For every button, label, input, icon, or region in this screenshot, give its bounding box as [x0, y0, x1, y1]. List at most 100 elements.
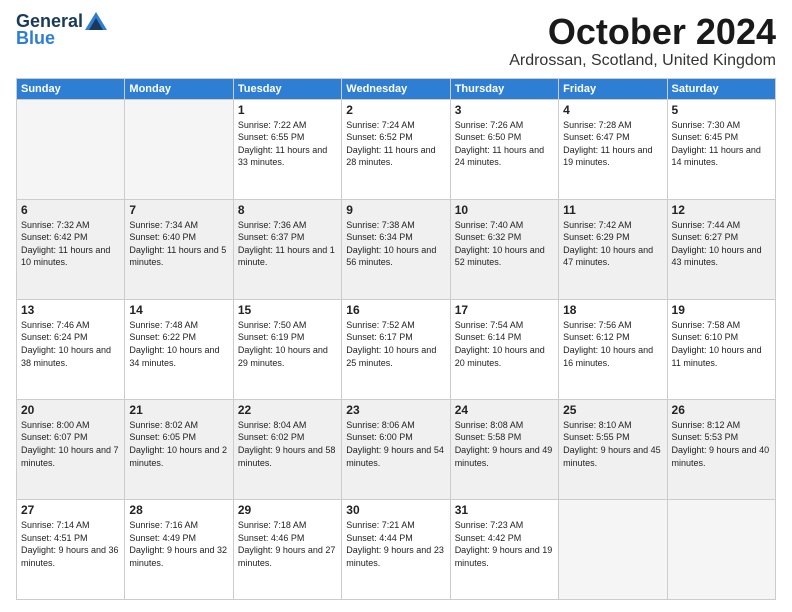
day-info: Sunrise: 7:46 AMSunset: 6:24 PMDaylight:…: [21, 319, 120, 369]
day-number: 6: [21, 203, 120, 217]
day-info: Sunrise: 7:14 AMSunset: 4:51 PMDaylight:…: [21, 519, 120, 569]
day-number: 30: [346, 503, 445, 517]
day-info: Sunrise: 8:08 AMSunset: 5:58 PMDaylight:…: [455, 419, 554, 469]
calendar-cell: [17, 99, 125, 199]
day-number: 29: [238, 503, 337, 517]
day-info: Sunrise: 8:00 AMSunset: 6:07 PMDaylight:…: [21, 419, 120, 469]
calendar-table: Sunday Monday Tuesday Wednesday Thursday…: [16, 78, 776, 600]
day-info: Sunrise: 7:58 AMSunset: 6:10 PMDaylight:…: [672, 319, 771, 369]
day-number: 15: [238, 303, 337, 317]
calendar-cell: 31 Sunrise: 7:23 AMSunset: 4:42 PMDayligh…: [450, 499, 558, 599]
calendar-cell: 23Sunrise: 8:06 AMSunset: 6:00 PMDayligh…: [342, 399, 450, 499]
calendar-cell: 2Sunrise: 7:24 AMSunset: 6:52 PMDaylight…: [342, 99, 450, 199]
day-number: 18: [563, 303, 662, 317]
calendar-cell: 20 Sunrise: 8:00 AMSunset: 6:07 PMDayligh…: [17, 399, 125, 499]
day-number: 24: [455, 403, 554, 417]
day-number: 7: [129, 203, 228, 217]
day-info: Sunrise: 7:18 AMSunset: 4:46 PMDaylight:…: [238, 519, 337, 569]
page: General Blue October 2024 Ardrossan, Sco…: [0, 0, 792, 612]
day-number: 31: [455, 503, 554, 517]
day-info: Sunrise: 8:04 AMSunset: 6:02 PMDaylight:…: [238, 419, 337, 469]
col-thursday: Thursday: [450, 78, 558, 99]
col-saturday: Saturday: [667, 78, 775, 99]
calendar-cell: [559, 499, 667, 599]
calendar-cell: 22 Sunrise: 8:04 AMSunset: 6:02 PMDayligh…: [233, 399, 341, 499]
day-number: 25: [563, 403, 662, 417]
day-info: Sunrise: 7:26 AMSunset: 6:50 PMDaylight:…: [455, 119, 554, 169]
day-info: Sunrise: 7:28 AMSunset: 6:47 PMDaylight:…: [563, 119, 662, 169]
calendar-cell: 16Sunrise: 7:52 AMSunset: 6:17 PMDayligh…: [342, 299, 450, 399]
day-info: Sunrise: 7:23 AMSunset: 4:42 PMDaylight:…: [455, 519, 554, 569]
day-info: Sunrise: 8:02 AMSunset: 6:05 PMDaylight:…: [129, 419, 228, 469]
calendar-cell: 7Sunrise: 7:34 AMSunset: 6:40 PMDaylight…: [125, 199, 233, 299]
day-number: 26: [672, 403, 771, 417]
calendar-cell: [125, 99, 233, 199]
day-number: 20: [21, 403, 120, 417]
calendar-cell: 12 Sunrise: 7:44 AMSunset: 6:27 PMDayligh…: [667, 199, 775, 299]
calendar-cell: 24 Sunrise: 8:08 AMSunset: 5:58 PMDayligh…: [450, 399, 558, 499]
calendar-cell: 21 Sunrise: 8:02 AMSunset: 6:05 PMDayligh…: [125, 399, 233, 499]
day-number: 10: [455, 203, 554, 217]
calendar-cell: 3 Sunrise: 7:26 AMSunset: 6:50 PMDaylight…: [450, 99, 558, 199]
day-info: Sunrise: 7:54 AMSunset: 6:14 PMDaylight:…: [455, 319, 554, 369]
day-info: Sunrise: 7:44 AMSunset: 6:27 PMDaylight:…: [672, 219, 771, 269]
logo: General Blue: [16, 12, 107, 49]
day-number: 5: [672, 103, 771, 117]
day-info: Sunrise: 7:30 AMSunset: 6:45 PMDaylight:…: [672, 119, 771, 169]
calendar-cell: 9 Sunrise: 7:38 AMSunset: 6:34 PMDaylight…: [342, 199, 450, 299]
header: General Blue October 2024 Ardrossan, Sco…: [16, 12, 776, 70]
day-info: Sunrise: 7:56 AMSunset: 6:12 PMDaylight:…: [563, 319, 662, 369]
col-sunday: Sunday: [17, 78, 125, 99]
calendar-cell: 15Sunrise: 7:50 AMSunset: 6:19 PMDayligh…: [233, 299, 341, 399]
day-info: Sunrise: 7:24 AMSunset: 6:52 PMDaylight:…: [346, 119, 445, 169]
day-info: Sunrise: 7:22 AMSunset: 6:55 PMDaylight:…: [238, 119, 337, 169]
day-number: 21: [129, 403, 228, 417]
day-info: Sunrise: 7:16 AMSunset: 4:49 PMDaylight:…: [129, 519, 228, 569]
calendar-cell: 5 Sunrise: 7:30 AMSunset: 6:45 PMDaylight…: [667, 99, 775, 199]
col-wednesday: Wednesday: [342, 78, 450, 99]
header-row: Sunday Monday Tuesday Wednesday Thursday…: [17, 78, 776, 99]
calendar-week-3: 13 Sunrise: 7:46 AMSunset: 6:24 PMDayligh…: [17, 299, 776, 399]
day-number: 27: [21, 503, 120, 517]
calendar-cell: 19 Sunrise: 7:58 AMSunset: 6:10 PMDayligh…: [667, 299, 775, 399]
calendar-cell: 6 Sunrise: 7:32 AMSunset: 6:42 PMDaylight…: [17, 199, 125, 299]
col-monday: Monday: [125, 78, 233, 99]
calendar-week-2: 6 Sunrise: 7:32 AMSunset: 6:42 PMDaylight…: [17, 199, 776, 299]
day-info: Sunrise: 7:42 AMSunset: 6:29 PMDaylight:…: [563, 219, 662, 269]
calendar-week-5: 27 Sunrise: 7:14 AMSunset: 4:51 PMDayligh…: [17, 499, 776, 599]
day-number: 28: [129, 503, 228, 517]
calendar-cell: 13 Sunrise: 7:46 AMSunset: 6:24 PMDayligh…: [17, 299, 125, 399]
calendar-cell: [667, 499, 775, 599]
calendar-cell: 17 Sunrise: 7:54 AMSunset: 6:14 PMDayligh…: [450, 299, 558, 399]
calendar-cell: 27 Sunrise: 7:14 AMSunset: 4:51 PMDayligh…: [17, 499, 125, 599]
day-number: 16: [346, 303, 445, 317]
calendar-cell: 14 Sunrise: 7:48 AMSunset: 6:22 PMDayligh…: [125, 299, 233, 399]
day-info: Sunrise: 7:40 AMSunset: 6:32 PMDaylight:…: [455, 219, 554, 269]
day-number: 14: [129, 303, 228, 317]
col-tuesday: Tuesday: [233, 78, 341, 99]
col-friday: Friday: [559, 78, 667, 99]
calendar-cell: 18 Sunrise: 7:56 AMSunset: 6:12 PMDayligh…: [559, 299, 667, 399]
calendar-cell: 4Sunrise: 7:28 AMSunset: 6:47 PMDaylight…: [559, 99, 667, 199]
title-area: October 2024 Ardrossan, Scotland, United…: [509, 12, 776, 70]
day-number: 17: [455, 303, 554, 317]
calendar-cell: 28 Sunrise: 7:16 AMSunset: 4:49 PMDayligh…: [125, 499, 233, 599]
day-number: 3: [455, 103, 554, 117]
calendar-week-1: 1Sunrise: 7:22 AMSunset: 6:55 PMDaylight…: [17, 99, 776, 199]
day-info: Sunrise: 7:38 AMSunset: 6:34 PMDaylight:…: [346, 219, 445, 269]
calendar-cell: 10 Sunrise: 7:40 AMSunset: 6:32 PMDayligh…: [450, 199, 558, 299]
calendar-cell: 25 Sunrise: 8:10 AMSunset: 5:55 PMDayligh…: [559, 399, 667, 499]
calendar-cell: 26 Sunrise: 8:12 AMSunset: 5:53 PMDayligh…: [667, 399, 775, 499]
day-number: 12: [672, 203, 771, 217]
day-number: 13: [21, 303, 120, 317]
day-number: 22: [238, 403, 337, 417]
day-info: Sunrise: 7:32 AMSunset: 6:42 PMDaylight:…: [21, 219, 120, 269]
calendar-cell: 1Sunrise: 7:22 AMSunset: 6:55 PMDaylight…: [233, 99, 341, 199]
calendar-cell: 29 Sunrise: 7:18 AMSunset: 4:46 PMDayligh…: [233, 499, 341, 599]
day-number: 9: [346, 203, 445, 217]
day-info: Sunrise: 8:10 AMSunset: 5:55 PMDaylight:…: [563, 419, 662, 469]
day-info: Sunrise: 8:12 AMSunset: 5:53 PMDaylight:…: [672, 419, 771, 469]
day-info: Sunrise: 7:48 AMSunset: 6:22 PMDaylight:…: [129, 319, 228, 369]
logo-icon: [85, 12, 107, 30]
day-number: 19: [672, 303, 771, 317]
